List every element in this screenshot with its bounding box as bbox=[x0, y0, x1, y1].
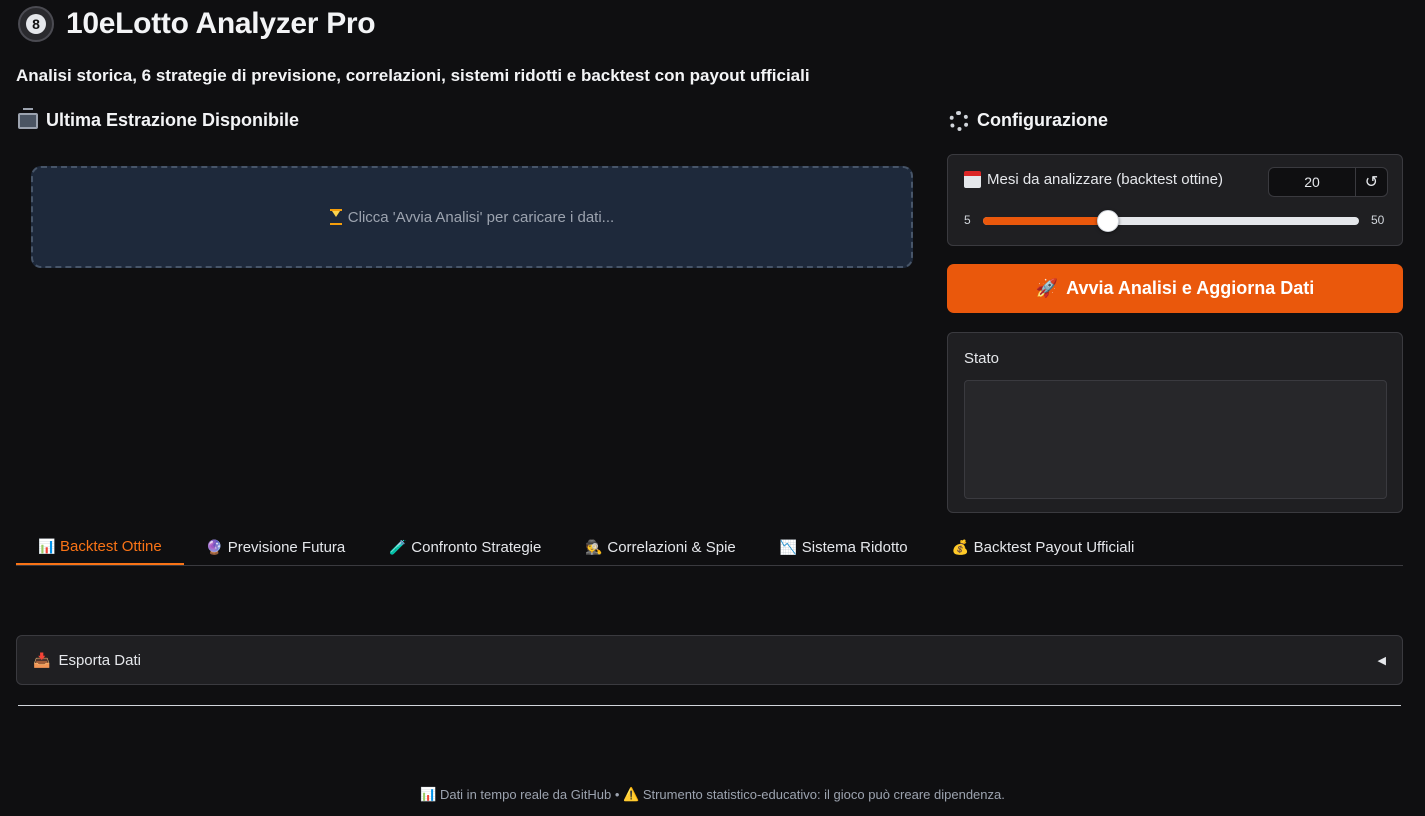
slider-fill bbox=[983, 217, 1109, 225]
tab-label: Backtest Ottine bbox=[60, 537, 162, 555]
months-slider[interactable] bbox=[983, 210, 1359, 232]
footer-text-1: Dati in tempo reale da GitHub • bbox=[439, 787, 620, 803]
last-draw-heading-label: Ultima Estrazione Disponibile bbox=[46, 110, 300, 130]
tab-correlazioni-spie[interactable]: 🕵 Correlazioni & Spie bbox=[563, 529, 757, 565]
tab-sistema-ridotto[interactable]: 📉 Sistema Ridotto bbox=[758, 529, 930, 565]
app-header: 8 10eLotto Analyzer Pro bbox=[18, 6, 376, 42]
status-label: Stato bbox=[964, 350, 1000, 367]
months-slider-label: Mesi da analizzare (backtest ottine) bbox=[964, 171, 1223, 188]
app-title: 10eLotto Analyzer Pro bbox=[66, 7, 376, 40]
reset-button[interactable]: ↺ bbox=[1356, 167, 1388, 197]
crystal-ball-icon: 🔮 bbox=[205, 538, 224, 555]
inbox-tray-icon: 📥 bbox=[33, 651, 51, 668]
status-textarea[interactable] bbox=[964, 380, 1387, 499]
months-number-input[interactable]: 20 bbox=[1268, 167, 1356, 197]
tab-previsione-futura[interactable]: 🔮 Previsione Futura bbox=[184, 529, 368, 565]
rocket-icon: 🚀 bbox=[1035, 278, 1059, 298]
months-slider-panel: Mesi da analizzare (backtest ottine) 20 … bbox=[947, 154, 1403, 246]
footer: 📊 Dati in tempo reale da GitHub • ⚠️ Str… bbox=[0, 786, 1425, 803]
bar-chart-icon: 📊 bbox=[38, 537, 56, 554]
status-panel: Stato bbox=[947, 332, 1403, 513]
last-draw-heading: Ultima Estrazione Disponibile bbox=[18, 107, 300, 131]
export-accordion[interactable]: 📥 Esporta Dati ◀ bbox=[16, 635, 1403, 685]
tab-label: Sistema Ridotto bbox=[801, 538, 908, 556]
tab-label: Backtest Payout Ufficiali bbox=[973, 538, 1135, 556]
config-heading: Configurazione bbox=[949, 110, 1108, 131]
run-analysis-label: Avvia Analisi e Aggiorna Dati bbox=[1066, 278, 1315, 298]
placeholder-text: Clicca 'Avvia Analisi' per caricare i da… bbox=[347, 208, 615, 226]
chart-down-icon: 📉 bbox=[779, 538, 798, 555]
caret-left-icon[interactable]: ◀ bbox=[1378, 654, 1386, 667]
gear-icon bbox=[949, 110, 969, 131]
config-heading-label: Configurazione bbox=[977, 110, 1108, 130]
footer-text-2: Strumento statistico-educativo: il gioco… bbox=[642, 787, 1005, 803]
warning-icon: ⚠️ bbox=[623, 786, 640, 802]
export-label: Esporta Dati bbox=[58, 651, 141, 669]
months-slider-label-text: Mesi da analizzare (backtest ottine) bbox=[987, 171, 1223, 188]
divider bbox=[18, 705, 1401, 706]
tab-label: Confronto Strategie bbox=[411, 538, 542, 556]
detective-icon: 🕵 bbox=[585, 538, 603, 555]
app-subtitle: Analisi storica, 6 strategie di previsio… bbox=[16, 66, 810, 85]
test-tube-icon: 🧪 bbox=[389, 538, 407, 555]
hourglass-icon bbox=[329, 209, 342, 225]
tab-backtest-ottine[interactable]: 📊 Backtest Ottine bbox=[16, 529, 184, 565]
tab-label: Correlazioni & Spie bbox=[607, 538, 736, 556]
slider-thumb[interactable] bbox=[1097, 210, 1120, 232]
tab-bar: 📊 Backtest Ottine 🔮 Previsione Futura 🧪 … bbox=[16, 529, 1403, 566]
last-draw-placeholder: Clicca 'Avvia Analisi' per caricare i da… bbox=[31, 166, 913, 268]
run-analysis-button[interactable]: 🚀 Avvia Analisi e Aggiorna Dati bbox=[947, 264, 1403, 313]
tab-backtest-payout[interactable]: 💰 Backtest Payout Ufficiali bbox=[930, 529, 1157, 565]
tab-label: Previsione Futura bbox=[227, 538, 346, 556]
tab-confronto-strategie[interactable]: 🧪 Confronto Strategie bbox=[367, 529, 563, 565]
slider-max-label: 50 bbox=[1371, 213, 1385, 227]
slider-min-label: 5 bbox=[964, 213, 971, 227]
tv-icon bbox=[18, 107, 38, 129]
footer-chart-icon: 📊 bbox=[420, 786, 437, 802]
money-bag-icon: 💰 bbox=[951, 538, 970, 555]
calendar-icon bbox=[964, 171, 981, 188]
eight-ball-icon: 8 bbox=[18, 6, 54, 42]
